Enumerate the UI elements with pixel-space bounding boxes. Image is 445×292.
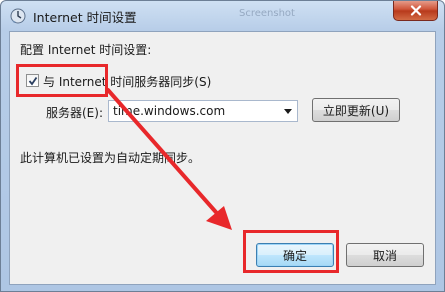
server-label: 服务器(E): <box>46 106 103 120</box>
cancel-button[interactable]: 取消 <box>346 243 424 267</box>
status-text: 此计算机已设置为自动定期同步。 <box>20 151 201 165</box>
dialog-window: Internet 时间设置 Screenshot 配置 Internet 时间设… <box>0 0 445 292</box>
dropdown-arrow-icon[interactable] <box>282 105 294 117</box>
title-bar[interactable]: Internet 时间设置 Screenshot <box>1 1 444 31</box>
update-now-label: 立即更新(U) <box>322 103 390 118</box>
background-ghost-text-2: Screenshot <box>239 8 295 19</box>
sync-checkbox-label[interactable]: 与 Internet 时间服务器同步(S) <box>43 73 211 90</box>
checkmark-icon <box>28 76 37 85</box>
background-ghost-text <box>151 8 231 22</box>
window-title: Internet 时间设置 <box>33 10 137 25</box>
close-button[interactable] <box>393 1 438 21</box>
app-icon <box>10 8 26 24</box>
server-value: time.windows.com <box>113 104 226 118</box>
config-heading: 配置 Internet 时间设置: <box>20 43 152 57</box>
ok-button[interactable]: 确定 <box>256 243 334 267</box>
server-combobox[interactable]: time.windows.com <box>108 100 298 122</box>
close-icon <box>410 4 421 16</box>
cancel-label: 取消 <box>372 248 397 263</box>
dialog-client-area: 配置 Internet 时间设置: 与 Internet 时间服务器同步(S) … <box>9 31 436 285</box>
ok-label: 确定 <box>282 248 307 263</box>
update-now-button[interactable]: 立即更新(U) <box>312 98 400 122</box>
sync-checkbox[interactable] <box>26 74 39 87</box>
